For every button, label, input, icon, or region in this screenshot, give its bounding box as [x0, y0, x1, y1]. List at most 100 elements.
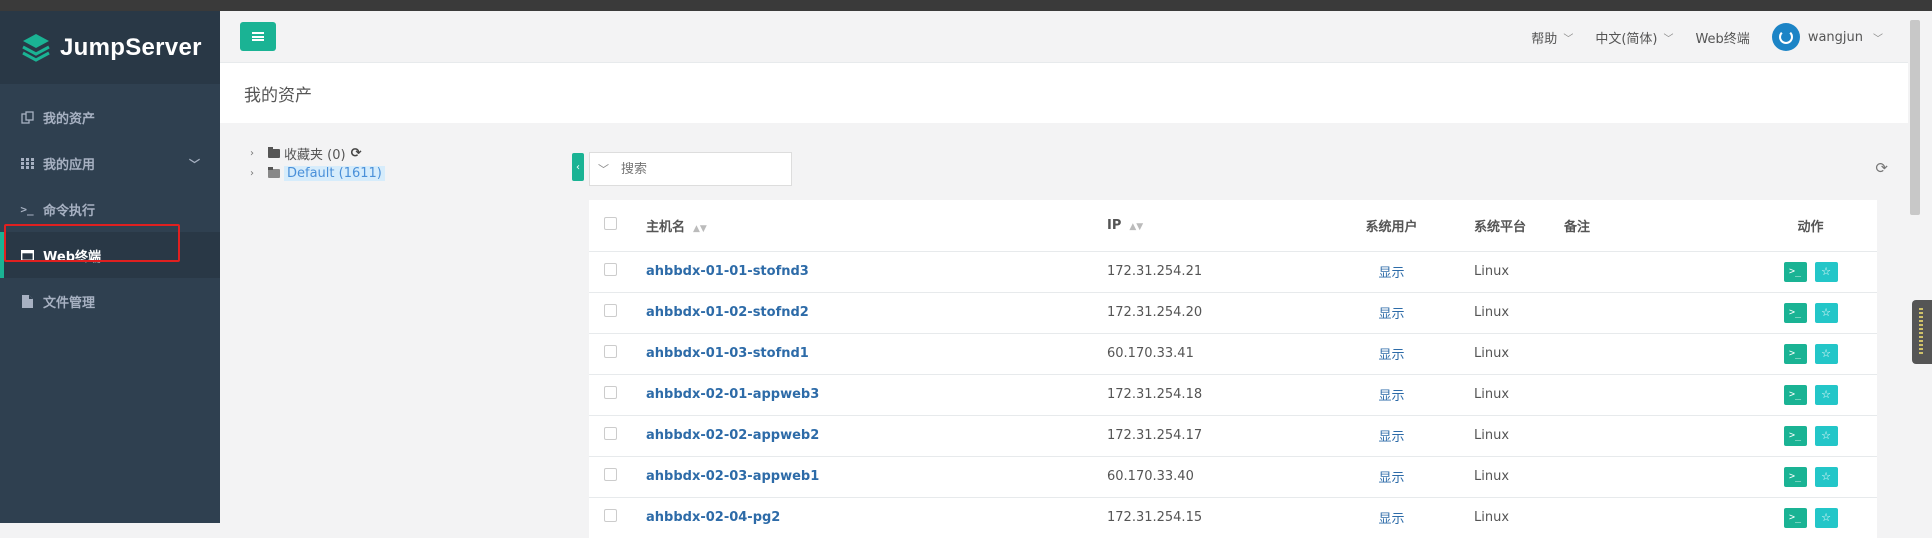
- search-box[interactable]: ﹀: [589, 152, 792, 186]
- menu-toggle-button[interactable]: [240, 22, 276, 51]
- hostname-link[interactable]: ahbbdx-01-03-stofnd1: [646, 346, 809, 361]
- row-checkbox[interactable]: [604, 345, 617, 358]
- hostname-link[interactable]: ahbbdx-02-02-appweb2: [646, 428, 819, 443]
- header-platform: 系统平台: [1444, 200, 1564, 251]
- web-terminal-link[interactable]: Web终端: [1695, 28, 1749, 47]
- chevron-down-icon: ﹀: [1663, 33, 1674, 45]
- table-row: ahbbdx-02-02-appweb2 172.31.254.17 显示 Li…: [589, 415, 1877, 456]
- sidebar-item-web-terminal[interactable]: Web终端: [0, 232, 220, 278]
- hostname-link[interactable]: ahbbdx-02-01-appweb3: [646, 387, 819, 402]
- main-area: 帮助 ﹀ 中文(简体) ﹀ Web终端 wangjun ﹀ 我的资产 › 收藏夹…: [220, 11, 1908, 538]
- app-name: JumpServer: [60, 33, 202, 61]
- sidebar-item-file-manager[interactable]: 文件管理: [0, 278, 220, 324]
- chevron-down-icon[interactable]: ﹀: [598, 161, 609, 177]
- header-label: 备注: [1564, 219, 1591, 235]
- file-icon: [20, 294, 34, 308]
- favorite-star-button[interactable]: ☆: [1814, 425, 1838, 446]
- folder-icon: [268, 166, 280, 178]
- comment-cell: [1564, 415, 1744, 456]
- hostname-link[interactable]: ahbbdx-01-02-stofnd2: [646, 305, 809, 320]
- connect-terminal-button[interactable]: >_: [1783, 425, 1807, 446]
- table-row: ahbbdx-01-02-stofnd2 172.31.254.20 显示 Li…: [589, 292, 1877, 333]
- header-hostname[interactable]: 主机名 ▲▼: [646, 200, 1107, 251]
- top-navbar: 帮助 ﹀ 中文(简体) ﹀ Web终端 wangjun ﹀: [220, 11, 1908, 62]
- show-system-user-link[interactable]: 显示: [1378, 266, 1404, 281]
- comment-cell: [1564, 497, 1744, 538]
- row-checkbox[interactable]: [604, 427, 617, 440]
- platform-cell: Linux: [1474, 264, 1510, 279]
- favorite-star-button[interactable]: ☆: [1814, 384, 1838, 405]
- language-menu[interactable]: 中文(简体) ﹀: [1595, 28, 1673, 47]
- power-icon: [1778, 30, 1793, 44]
- row-checkbox[interactable]: [604, 468, 617, 481]
- chevron-right-icon[interactable]: ›: [250, 168, 262, 179]
- jumpserver-logo-icon: [22, 33, 50, 62]
- ip-cell: 60.170.33.40: [1107, 469, 1194, 484]
- chevron-right-icon[interactable]: ›: [250, 148, 262, 159]
- ip-cell: 172.31.254.17: [1107, 428, 1203, 443]
- table-row: ahbbdx-01-01-stofnd3 172.31.254.21 显示 Li…: [589, 251, 1877, 292]
- help-menu[interactable]: 帮助 ﹀: [1531, 28, 1573, 47]
- content-area: › 收藏夹 (0) ⟳ › Default (1611) ‹ ﹀ ⟳: [220, 123, 1908, 538]
- sidebar-item-command-exec[interactable]: >_ 命令执行: [0, 186, 220, 232]
- favorite-star-button[interactable]: ☆: [1814, 261, 1838, 282]
- hostname-link[interactable]: ahbbdx-02-04-pg2: [646, 510, 780, 525]
- favorite-star-button[interactable]: ☆: [1814, 343, 1838, 364]
- show-system-user-link[interactable]: 显示: [1378, 512, 1404, 527]
- platform-cell: Linux: [1474, 305, 1510, 320]
- connect-terminal-button[interactable]: >_: [1783, 384, 1807, 405]
- hamburger-icon: [252, 32, 264, 41]
- header-system-user: 系统用户: [1339, 200, 1444, 251]
- chevron-down-icon: ﹀: [1873, 33, 1883, 45]
- show-system-user-link[interactable]: 显示: [1378, 471, 1404, 486]
- ip-cell: 60.170.33.41: [1107, 346, 1194, 361]
- show-system-user-link[interactable]: 显示: [1378, 307, 1404, 322]
- header-ip[interactable]: IP ▲▼: [1107, 200, 1339, 251]
- row-checkbox[interactable]: [604, 509, 617, 523]
- connect-terminal-button[interactable]: >_: [1783, 302, 1807, 323]
- favorite-star-button[interactable]: ☆: [1814, 466, 1838, 487]
- row-checkbox[interactable]: [604, 304, 617, 317]
- comment-cell: [1564, 251, 1744, 292]
- search-input[interactable]: [621, 161, 771, 177]
- row-checkbox[interactable]: [604, 386, 617, 399]
- tree-node-default[interactable]: › Default (1611): [250, 163, 385, 183]
- window-icon: [20, 248, 34, 262]
- connect-terminal-button[interactable]: >_: [1783, 466, 1807, 487]
- hostname-link[interactable]: ahbbdx-01-01-stofnd3: [646, 264, 809, 279]
- refresh-icon[interactable]: ⟳: [351, 146, 362, 161]
- scrollbar-thumb[interactable]: [1910, 20, 1920, 215]
- chevron-left-icon: ‹: [576, 161, 580, 173]
- side-dock-handle[interactable]: [1912, 300, 1932, 364]
- header-label: 主机名: [646, 219, 686, 235]
- show-system-user-link[interactable]: 显示: [1378, 348, 1404, 363]
- connect-terminal-button[interactable]: >_: [1783, 343, 1807, 364]
- comment-cell: [1564, 333, 1744, 374]
- chevron-down-icon: ﹀: [1563, 33, 1574, 45]
- show-system-user-link[interactable]: 显示: [1378, 430, 1404, 445]
- sidebar-item-label: 我的资产: [43, 111, 96, 127]
- sidebar-item-my-assets[interactable]: 我的资产: [0, 94, 220, 140]
- show-system-user-link[interactable]: 显示: [1378, 389, 1404, 404]
- table-row: ahbbdx-02-03-appweb1 60.170.33.40 显示 Lin…: [589, 456, 1877, 497]
- comment-cell: [1564, 374, 1744, 415]
- refresh-table-icon[interactable]: ⟳: [1875, 159, 1888, 177]
- tree-node-favorites[interactable]: › 收藏夹 (0) ⟳: [250, 143, 385, 163]
- language-label: 中文(简体): [1595, 31, 1658, 47]
- user-menu[interactable]: wangjun ﹀: [1771, 23, 1883, 51]
- collapse-tree-button[interactable]: ‹: [572, 153, 584, 181]
- row-checkbox[interactable]: [604, 263, 617, 276]
- favorite-star-button[interactable]: ☆: [1814, 302, 1838, 323]
- logo[interactable]: JumpServer: [0, 11, 220, 84]
- tree-label: Default (1611): [284, 165, 385, 181]
- assets-icon: [20, 110, 34, 124]
- select-all-checkbox[interactable]: [604, 216, 617, 230]
- connect-terminal-button[interactable]: >_: [1783, 507, 1807, 528]
- comment-cell: [1564, 456, 1744, 497]
- hostname-link[interactable]: ahbbdx-02-03-appweb1: [646, 469, 819, 484]
- sidebar-item-my-apps[interactable]: 我的应用 ﹀: [0, 140, 220, 186]
- connect-terminal-button[interactable]: >_: [1783, 261, 1807, 282]
- favorite-star-button[interactable]: ☆: [1814, 507, 1838, 528]
- chevron-down-icon: ﹀: [189, 158, 200, 171]
- platform-cell: Linux: [1474, 510, 1510, 526]
